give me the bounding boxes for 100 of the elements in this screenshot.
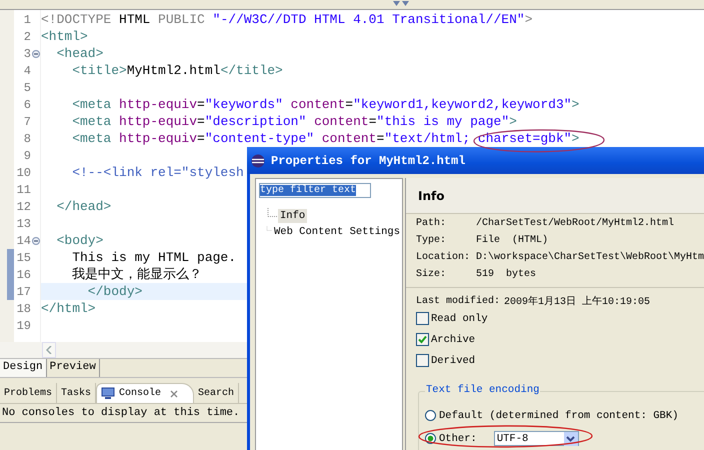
line-number: 10	[16, 166, 31, 180]
line-number: 16	[16, 268, 31, 282]
code-text: 我是中文，能显示么？	[71, 267, 202, 282]
page-title: Info	[418, 188, 444, 202]
close-icon	[169, 388, 180, 398]
code-text: <html>	[41, 29, 88, 44]
tree-item[interactable]: Web Content Settings	[272, 225, 402, 239]
code-text: http-equiv	[118, 114, 198, 129]
panel-tab[interactable]: Problems	[0, 383, 58, 403]
code-text: =	[197, 131, 205, 146]
property-label: Path:	[416, 218, 448, 229]
property-label: Type:	[416, 235, 448, 246]
property-value: /CharSetTest/WebRoot/MyHtml2.html	[476, 218, 674, 229]
code-text: <meta	[71, 97, 112, 112]
line-number: 4	[24, 64, 31, 78]
code-text: =	[197, 97, 205, 112]
code-text: MyHtml2.html	[126, 63, 220, 78]
app-logo-icon	[251, 154, 265, 168]
code-text: =	[197, 114, 205, 129]
checkbox[interactable]	[416, 333, 429, 346]
code-text: "this is my page"	[376, 114, 510, 129]
code-text: http-equiv	[118, 97, 198, 112]
line-number: 13	[16, 216, 31, 230]
code-text: content	[290, 97, 346, 112]
radio-button[interactable]	[425, 410, 436, 421]
code-text: PUBLIC	[158, 12, 206, 27]
code-text: "description"	[204, 114, 306, 129]
code-text: This is my HTML page.	[71, 250, 236, 265]
line-number: 5	[24, 80, 31, 94]
code-text: "keyword1,keyword2,keyword3"	[353, 97, 572, 112]
chevron-down-icon	[566, 436, 576, 442]
radio-label: Default (determined from content: GBK)	[439, 410, 678, 422]
property-label: Last modified:	[416, 296, 500, 306]
property-value: 2009年1月13日 上午10:19:05	[504, 294, 650, 308]
encoding-dropdown[interactable]: UTF-8	[494, 431, 579, 446]
fold-minus-icon[interactable]	[32, 50, 40, 58]
line-number: 8	[24, 132, 31, 146]
line-number: 19	[16, 318, 31, 332]
code-text: <head>	[56, 46, 104, 61]
code-text: </title>	[220, 63, 283, 78]
property-label: Size:	[416, 269, 448, 280]
panel-tab[interactable]: Search	[194, 383, 240, 403]
code-text: content	[313, 114, 369, 129]
line-number: 11	[16, 182, 31, 196]
tree-item[interactable]: Info	[278, 209, 308, 223]
line-number: 2	[24, 30, 31, 44]
checkbox-label: Read only	[431, 312, 488, 324]
monitor-icon	[101, 387, 116, 400]
code-text: HTML	[119, 12, 152, 27]
code-text: "content-type"	[204, 131, 314, 146]
code-text: <meta	[71, 114, 112, 129]
code-text: "keywords"	[204, 97, 283, 112]
tree-connector	[266, 224, 272, 233]
code-text: content	[320, 131, 376, 146]
code-text: >	[524, 12, 533, 27]
property-label: Location:	[416, 252, 472, 263]
line-number: 6	[24, 98, 31, 112]
checkbox[interactable]	[416, 312, 429, 325]
fold-minus-icon[interactable]	[32, 236, 40, 244]
code-text: http-equiv	[118, 131, 198, 146]
group-title: Text file encoding	[425, 384, 540, 396]
line-number: 15	[16, 250, 31, 264]
line-number: 7	[24, 114, 31, 128]
editor-tab[interactable]: Design	[0, 359, 47, 377]
property-value: D:\workspace\CharSetTest\WebRoot\MyHtm	[476, 252, 704, 263]
collapse-arrows-icon	[392, 0, 410, 8]
code-text: "-//W3C//DTD HTML 4.01 Transitional//EN"	[212, 12, 525, 27]
tree-connector	[266, 208, 278, 217]
line-number: 3	[24, 46, 31, 60]
radio-label: Other:	[439, 432, 477, 444]
code-text: <!--<link rel="stylesh	[71, 165, 244, 180]
code-text: >	[572, 97, 580, 112]
dialog-title: Properties for MyHtml2.html	[271, 154, 466, 168]
code-text: "text/html; charset=gbk"	[384, 131, 572, 146]
code-text: </head>	[56, 199, 112, 214]
code-text: <!DOCTYPE	[41, 12, 112, 27]
filter-field[interactable]: type filter text	[259, 183, 371, 198]
line-number: 9	[24, 148, 31, 162]
code-text: >	[572, 131, 580, 146]
line-number: 17	[16, 284, 31, 298]
checkbox[interactable]	[416, 354, 429, 367]
code-text: >	[509, 114, 517, 129]
code-text: =	[345, 97, 354, 112]
line-number: 14	[16, 234, 31, 248]
editor-tab[interactable]: Preview	[46, 359, 100, 377]
check-icon	[418, 335, 427, 344]
property-value: File (HTML)	[476, 235, 548, 246]
code-text: <meta	[71, 131, 112, 146]
code-text: =	[376, 131, 384, 146]
panel-tab[interactable]: Console	[96, 383, 194, 403]
code-text: <title>	[71, 63, 127, 78]
checkbox-label: Archive	[431, 334, 476, 346]
code-text: =	[368, 114, 377, 129]
code-text: </body>	[86, 284, 142, 299]
property-value: 519 bytes	[476, 269, 536, 280]
line-number: 1	[24, 12, 31, 26]
code-text: </html>	[41, 301, 96, 316]
code-text: <body>	[56, 233, 104, 248]
checkbox-label: Derived	[431, 354, 476, 366]
line-number: 12	[16, 200, 31, 214]
